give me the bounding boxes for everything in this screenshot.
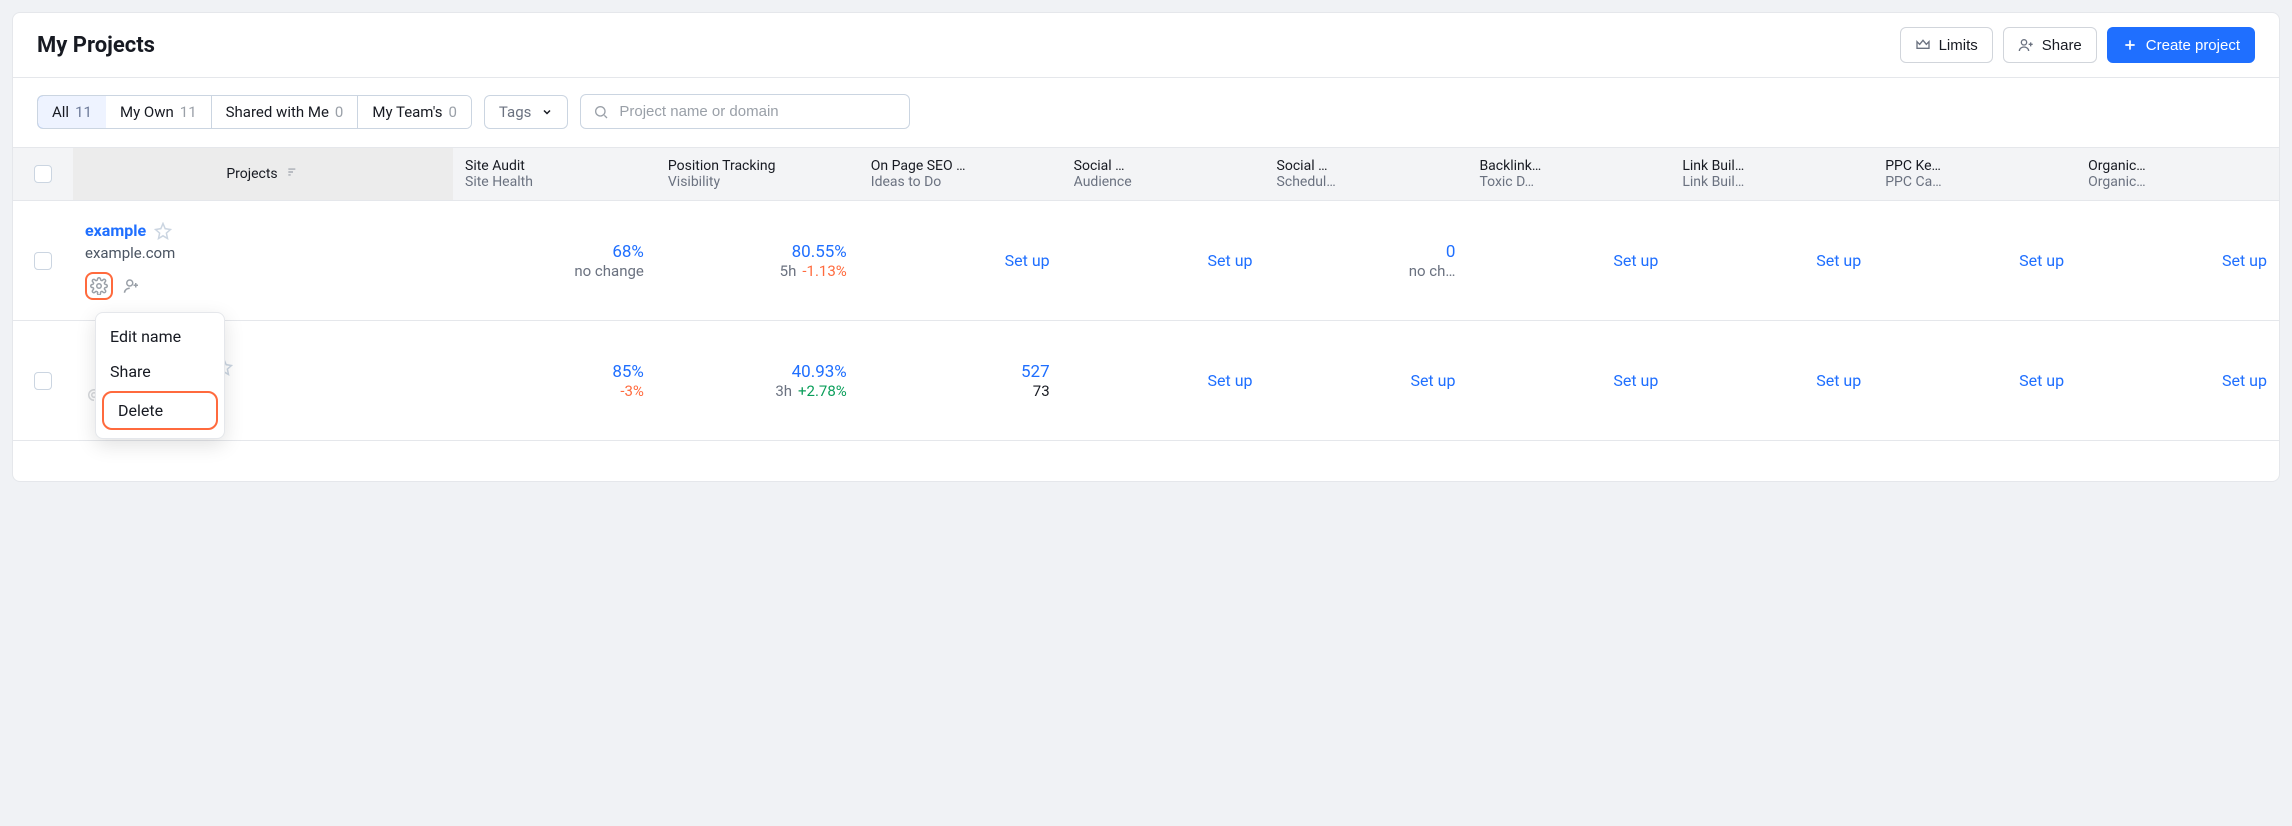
menu-share[interactable]: Share: [96, 354, 224, 389]
add-user-icon: [2018, 37, 2034, 53]
tags-label: Tags: [499, 103, 531, 121]
cell-social-scheduling: Set up: [1265, 321, 1468, 440]
toolbar: All 11 My Own 11 Shared with Me 0 My Tea…: [13, 78, 2279, 148]
cell-position-tracking: 40.93% 3h +2.78%: [656, 321, 859, 440]
header-backlink[interactable]: Backlink… Toxic D…: [1467, 148, 1670, 200]
header-position-tracking[interactable]: Position Tracking Visibility: [656, 148, 859, 200]
cell-ppc: Set up: [1873, 201, 2076, 320]
cell-organic: Set up: [2076, 201, 2279, 320]
project-cell: example example.com: [73, 201, 453, 320]
tab-all-count: 11: [75, 103, 92, 121]
header-site-audit[interactable]: Site Audit Site Health: [453, 148, 656, 200]
menu-edit-name[interactable]: Edit name: [96, 319, 224, 354]
table-row: 85% -3% 40.93% 3h +2.78% 527 73 Set up S…: [13, 321, 2279, 441]
tab-team[interactable]: My Team's 0: [358, 96, 471, 128]
cell-position-tracking: 80.55% 5h -1.13%: [656, 201, 859, 320]
tab-my-own[interactable]: My Own 11: [106, 96, 212, 128]
tab-shared-label: Shared with Me: [226, 103, 329, 121]
cell-on-page-seo: Set up: [859, 201, 1062, 320]
cell-link-building: Set up: [1670, 321, 1873, 440]
cell-on-page-seo: 527 73: [859, 321, 1062, 440]
page-title: My Projects: [37, 33, 155, 58]
share-button[interactable]: Share: [2003, 27, 2097, 63]
card-header: My Projects Limits Share Create project: [13, 13, 2279, 78]
cell-organic: Set up: [2076, 321, 2279, 440]
cell-backlink: Set up: [1467, 321, 1670, 440]
tab-team-count: 0: [448, 103, 456, 121]
header-organic[interactable]: Organic… Organic…: [2076, 148, 2279, 200]
search-box[interactable]: [580, 94, 910, 129]
cell-ppc: Set up: [1873, 321, 2076, 440]
setup-link[interactable]: Set up: [1208, 251, 1253, 270]
row-actions-menu: Edit name Share Delete: [95, 312, 225, 439]
tab-shared-count: 0: [335, 103, 343, 121]
table-row: example example.com: [13, 201, 2279, 321]
setup-link[interactable]: Set up: [2019, 371, 2064, 390]
cell-social-scheduling: 0 no ch…: [1265, 201, 1468, 320]
tab-my-own-label: My Own: [120, 103, 174, 121]
setup-link[interactable]: Set up: [1816, 371, 1861, 390]
create-label: Create project: [2146, 37, 2240, 54]
settings-gear-highlight: [85, 272, 113, 300]
select-all-checkbox[interactable]: [34, 165, 52, 183]
star-icon[interactable]: [154, 222, 172, 240]
row-checkbox[interactable]: [34, 372, 52, 390]
table-header: Projects Site Audit Site Health Position…: [13, 148, 2279, 201]
header-on-page-seo[interactable]: On Page SEO … Ideas to Do: [859, 148, 1062, 200]
header-ppc[interactable]: PPC Ke… PPC Ca…: [1873, 148, 2076, 200]
setup-link[interactable]: Set up: [2019, 251, 2064, 270]
cell-site-audit: 68% no change: [453, 201, 656, 320]
cell-backlink: Set up: [1467, 201, 1670, 320]
cell-site-audit: 85% -3%: [453, 321, 656, 440]
tab-all-label: All: [52, 103, 69, 121]
projects-card: My Projects Limits Share Create project: [12, 12, 2280, 482]
tab-all[interactable]: All 11: [37, 95, 107, 129]
setup-link[interactable]: Set up: [1410, 371, 1455, 390]
search-icon: [593, 104, 609, 120]
tab-shared[interactable]: Shared with Me 0: [212, 96, 359, 128]
filter-segmented: All 11 My Own 11 Shared with Me 0 My Tea…: [37, 95, 472, 129]
header-checkbox-cell: [13, 148, 73, 200]
add-user-icon[interactable]: [123, 277, 141, 295]
setup-link[interactable]: Set up: [1613, 251, 1658, 270]
setup-link[interactable]: Set up: [1613, 371, 1658, 390]
cell-link-building: Set up: [1670, 201, 1873, 320]
row-checkbox[interactable]: [34, 252, 52, 270]
sort-icon: [286, 165, 300, 183]
cell-social-audience: Set up: [1062, 321, 1265, 440]
cell-social-audience: Set up: [1062, 201, 1265, 320]
plus-icon: [2122, 37, 2138, 53]
header-link-building[interactable]: Link Buil… Link Buil…: [1670, 148, 1873, 200]
crown-icon: [1915, 37, 1931, 53]
share-label: Share: [2042, 37, 2082, 54]
header-social-scheduling[interactable]: Social … Schedul…: [1265, 148, 1468, 200]
projects-table: Projects Site Audit Site Health Position…: [13, 148, 2279, 481]
chevron-down-icon: [541, 106, 553, 118]
header-social-audience[interactable]: Social … Audience: [1062, 148, 1265, 200]
tab-my-own-count: 11: [180, 103, 197, 121]
tags-dropdown[interactable]: Tags: [484, 95, 568, 129]
setup-link[interactable]: Set up: [1816, 251, 1861, 270]
setup-link[interactable]: Set up: [2222, 251, 2267, 270]
setup-link[interactable]: Set up: [1005, 251, 1050, 270]
gear-icon[interactable]: [90, 277, 108, 295]
limits-label: Limits: [1939, 37, 1978, 54]
tab-team-label: My Team's: [372, 103, 442, 121]
menu-delete[interactable]: Delete: [102, 391, 218, 430]
project-name-link[interactable]: example: [85, 221, 146, 240]
setup-link[interactable]: Set up: [2222, 371, 2267, 390]
header-actions: Limits Share Create project: [1900, 27, 2255, 63]
setup-link[interactable]: Set up: [1208, 371, 1253, 390]
limits-button[interactable]: Limits: [1900, 27, 1993, 63]
create-project-button[interactable]: Create project: [2107, 27, 2255, 63]
project-domain: example.com: [85, 244, 441, 262]
header-projects[interactable]: Projects: [73, 148, 453, 200]
header-projects-label: Projects: [226, 166, 277, 182]
search-input[interactable]: [617, 102, 897, 121]
